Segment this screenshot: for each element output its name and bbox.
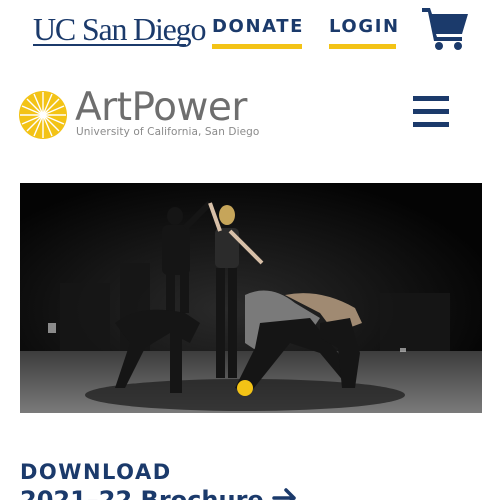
shopping-cart-icon[interactable] bbox=[421, 6, 469, 50]
donate-label: DONATE bbox=[212, 16, 305, 37]
ucsd-logo-link[interactable]: UC San Diego bbox=[33, 12, 206, 46]
login-link[interactable]: LOGIN bbox=[329, 15, 398, 49]
donate-link[interactable]: DONATE bbox=[212, 15, 305, 49]
ucsd-logo-underline bbox=[33, 44, 186, 46]
login-label: LOGIN bbox=[329, 16, 400, 37]
arrow-right-icon bbox=[271, 488, 296, 500]
login-underline bbox=[329, 44, 396, 49]
dancers-performance-photo bbox=[20, 183, 482, 413]
menu-bar-top bbox=[413, 96, 449, 101]
hero-image bbox=[20, 183, 482, 413]
brochure-link-label: 2021–22 Brochure bbox=[20, 486, 264, 500]
menu-bar-bottom bbox=[413, 122, 449, 127]
brand-subtitle: University of California, San Diego bbox=[76, 126, 260, 138]
artpower-logo-link[interactable]: ArtPower University of California, San D… bbox=[18, 85, 288, 143]
download-heading: DOWNLOAD bbox=[20, 460, 172, 484]
menu-bar-middle bbox=[413, 109, 449, 114]
hamburger-menu-icon[interactable] bbox=[413, 96, 449, 128]
brand-name: ArtPower bbox=[75, 85, 247, 130]
carousel-indicator-dot[interactable] bbox=[237, 380, 253, 396]
donate-underline bbox=[212, 44, 302, 49]
brochure-download-link[interactable]: 2021–22 Brochure bbox=[20, 485, 298, 500]
sun-icon bbox=[19, 91, 67, 139]
top-bar: UC San Diego DONATE LOGIN bbox=[0, 0, 500, 62]
